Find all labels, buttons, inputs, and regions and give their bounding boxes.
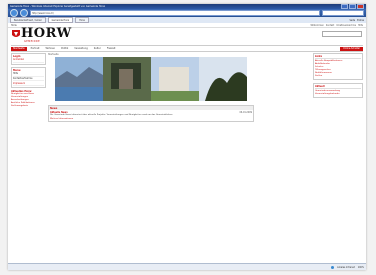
status-bar: Lokales Intranet 100% xyxy=(8,263,366,270)
online-schalter-button[interactable]: Online-Schalter xyxy=(340,46,363,51)
right-link[interactable]: Stellen xyxy=(315,75,361,78)
topline-link[interactable]: Inhaltsverzeichnis xyxy=(336,24,356,27)
nav-item-impressum[interactable]: Impressum xyxy=(13,81,44,87)
nav-item-anmelden[interactable]: Anmelden xyxy=(13,58,44,63)
minimize-button[interactable] xyxy=(341,4,348,10)
tools-menu[interactable]: Extras xyxy=(357,19,364,22)
right-link[interactable]: Veranstaltungskalender xyxy=(315,93,361,96)
logo-subtitle: GEMEINDE xyxy=(24,40,40,43)
aktuell-box-heading: Aktuell xyxy=(315,85,361,89)
links-box: Links Aktuelle Baupublikationen Abfallka… xyxy=(313,53,363,80)
site-search-input[interactable] xyxy=(322,31,362,37)
site-logo[interactable]: HORW GEMEINDE xyxy=(11,26,72,43)
menu-item-freizeit[interactable]: Freizeit xyxy=(105,47,118,50)
menu-item-wohnen[interactable]: Wohnen xyxy=(43,47,57,50)
news-more-link[interactable]: Weitere Informationen xyxy=(49,117,253,121)
left-navigation: Login Anmelden Menu Hilfe Kontaktaufnahm… xyxy=(11,53,46,108)
horw-emblem-icon xyxy=(12,30,20,37)
right-column: Links Aktuelle Baupublikationen Abfallka… xyxy=(313,53,363,101)
links-heading: Links xyxy=(315,55,361,59)
window-title: Gemeinde Horw - Windows Internet Explore… xyxy=(10,5,106,8)
login-box: Login Anmelden xyxy=(11,53,46,65)
globe-icon xyxy=(331,265,335,269)
command-bar: Seite Extras xyxy=(350,19,364,22)
main-column: Startseite News Aktuelle News 06.01.2009… xyxy=(48,53,254,122)
menu-item-startseite[interactable]: Startseite xyxy=(11,46,27,51)
menu-box: Menu Hilfe Kontaktaufnahme Impressum xyxy=(11,66,46,89)
news-date: 06.01.2009 xyxy=(239,111,252,114)
topline-link[interactable]: Hilfe xyxy=(358,24,363,27)
main-menu: Startseite Portrait Wohnen Politik Verwa… xyxy=(11,45,363,52)
zoom-level[interactable]: 100% xyxy=(358,266,364,269)
menu-item-portrait[interactable]: Portrait xyxy=(29,47,42,50)
breadcrumb[interactable]: Startseite xyxy=(48,53,254,56)
photo-strip xyxy=(55,57,247,101)
aktuell-link[interactable]: Stellenangebote xyxy=(11,105,46,108)
menu-item-politik[interactable]: Politik xyxy=(59,47,70,50)
browser-window: Gemeinde Horw - Windows Internet Explore… xyxy=(8,4,366,270)
topline-link[interactable]: Willkommen xyxy=(310,24,323,27)
topline-link[interactable]: Kontakt xyxy=(326,24,334,27)
security-zone: Lokales Intranet xyxy=(337,265,355,269)
close-button[interactable] xyxy=(357,4,364,10)
page-content: Horw Willkommen Kontakt Inhaltsverzeichn… xyxy=(8,23,366,264)
site-topline-label: Horw xyxy=(11,23,17,27)
browser-search-input[interactable] xyxy=(322,10,364,16)
news-box: News Aktuelle News 06.01.2009 Die Gemein… xyxy=(48,105,254,122)
menu-item-verwaltung[interactable]: Verwaltung xyxy=(72,47,89,50)
logo-wordmark: HORW xyxy=(21,26,72,41)
address-input[interactable]: http://www.horw.ch/ xyxy=(30,10,320,16)
menu-item-kultur[interactable]: Kultur xyxy=(92,47,103,50)
landscape-photos xyxy=(55,57,247,101)
maximize-button[interactable] xyxy=(349,4,356,10)
aktuell-box: Aktuell Gemeindeversammlung Veranstaltun… xyxy=(313,83,363,98)
page-menu[interactable]: Seite xyxy=(350,19,356,22)
